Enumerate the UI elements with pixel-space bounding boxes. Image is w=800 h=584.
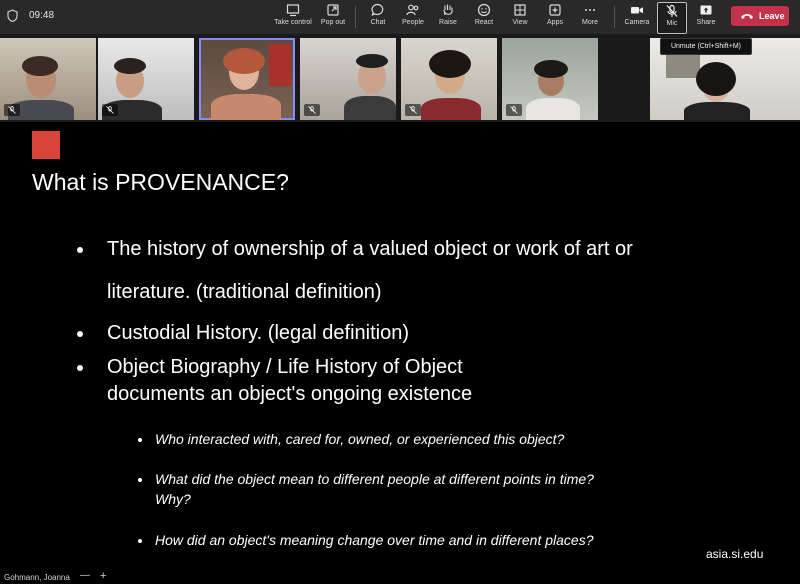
raise-hand-icon	[443, 4, 453, 16]
participant-body	[684, 102, 750, 120]
more-button[interactable]: More	[576, 2, 604, 32]
share-label: Share	[696, 19, 716, 26]
sub-bullet-3: How did an object's meaning change over …	[155, 532, 594, 548]
pop-out-button[interactable]: Pop out	[316, 2, 350, 32]
slide-accent-square	[32, 131, 60, 159]
slide-website: asia.si.edu	[706, 547, 764, 561]
bullet-dot	[77, 365, 83, 371]
mic-off-icon	[510, 106, 518, 114]
participant-body	[421, 98, 481, 120]
bullet-3-line-2: documents an object's ongoing existence	[107, 383, 473, 405]
more-label: More	[582, 19, 598, 26]
leave-label: Leave	[759, 11, 785, 21]
mic-off-icon	[8, 106, 16, 114]
bullet-1-line-2: literature. (traditional definition)	[107, 281, 382, 303]
participant-body	[211, 94, 281, 120]
view-button[interactable]: View	[506, 2, 534, 32]
sub-bullet-2-line-1: What did the object mean to different pe…	[155, 471, 594, 487]
presenter-name: Gohmann, Joanna	[4, 573, 70, 582]
pop-out-icon	[327, 4, 339, 16]
muted-badge	[4, 104, 20, 116]
pop-out-label: Pop out	[320, 19, 346, 26]
participant-hair	[534, 60, 568, 78]
participant-hair	[223, 48, 265, 74]
bullet-3-line-1: Object Biography / Life History of Objec…	[107, 356, 463, 378]
apps-label: Apps	[547, 19, 563, 26]
participant-tile[interactable]	[98, 38, 194, 120]
sub-bullet-2-line-2: Why?	[155, 491, 191, 507]
phone-hangup-icon	[741, 14, 753, 19]
participant-body	[526, 98, 580, 120]
sub-bullet-dot	[138, 438, 142, 442]
bullet-1-line-1: The history of ownership of a valued obj…	[107, 238, 633, 260]
chat-button[interactable]: Chat	[364, 2, 392, 32]
participant-hair	[114, 58, 146, 74]
bullet-2-line-1: Custodial History. (legal definition)	[107, 322, 409, 344]
participant-tile[interactable]	[0, 38, 96, 120]
participant-tile[interactable]	[502, 38, 598, 120]
sub-bullet-1: Who interacted with, cared for, owned, o…	[155, 431, 565, 447]
react-label: React	[474, 19, 494, 26]
muted-badge	[405, 104, 421, 116]
mic-off-icon	[106, 106, 114, 114]
participant-body	[344, 96, 396, 120]
presenter-bar	[0, 570, 800, 584]
share-screen-icon	[700, 5, 712, 15]
chat-label: Chat	[370, 19, 386, 26]
zoom-in-button[interactable]: +	[100, 570, 106, 582]
sub-bullet-dot	[138, 478, 142, 482]
people-button[interactable]: People	[398, 2, 428, 32]
participant-hat	[356, 54, 388, 68]
apps-button[interactable]: Apps	[541, 2, 569, 32]
shield-icon	[7, 9, 18, 22]
sub-bullet-dot	[138, 539, 142, 543]
background-poster	[269, 44, 291, 86]
slide-title: What is PROVENANCE?	[32, 169, 289, 195]
zoom-out-button[interactable]: —	[80, 570, 90, 581]
more-icon	[585, 9, 595, 11]
view-label: View	[512, 19, 528, 26]
toolbar-divider	[614, 6, 615, 28]
chat-icon	[371, 3, 384, 17]
participant-hair	[22, 56, 58, 76]
mic-label: Mic	[666, 20, 678, 27]
mic-tooltip: Unmute (Ctrl+Shift+M)	[660, 38, 752, 55]
grid-view-icon	[514, 4, 526, 16]
react-button[interactable]: React	[470, 2, 498, 32]
people-label: People	[402, 19, 424, 26]
take-control-icon	[286, 4, 300, 17]
leave-button[interactable]: Leave	[731, 6, 789, 26]
participant-tile[interactable]	[300, 38, 396, 120]
meeting-toolbar: 09:48 Take control Pop out Chat People R…	[0, 0, 800, 34]
participant-tile[interactable]	[401, 38, 497, 120]
background-picture	[666, 52, 700, 78]
bullet-dot	[77, 331, 83, 337]
mic-button[interactable]: Mic	[657, 2, 687, 34]
mic-off-icon	[308, 106, 316, 114]
muted-badge	[102, 104, 118, 116]
participant-tile-speaking[interactable]	[199, 38, 295, 120]
camera-icon	[631, 7, 643, 14]
take-control-label: Take control	[274, 19, 312, 26]
participant-hair	[696, 62, 736, 96]
mic-off-icon	[666, 4, 678, 17]
meeting-timer: 09:48	[29, 10, 55, 21]
muted-badge	[506, 104, 522, 116]
people-icon	[406, 4, 419, 16]
toolbar-divider	[355, 6, 356, 28]
raise-hand-button[interactable]: Raise	[434, 2, 462, 32]
mic-off-icon	[409, 106, 417, 114]
camera-label: Camera	[624, 19, 650, 26]
bullet-dot	[77, 247, 83, 253]
take-control-button[interactable]: Take control	[272, 2, 314, 32]
apps-icon	[549, 4, 561, 16]
camera-button[interactable]: Camera	[622, 2, 652, 32]
participant-hair	[429, 50, 471, 78]
react-icon	[477, 3, 491, 17]
muted-badge	[304, 104, 320, 116]
share-button[interactable]: Share	[692, 2, 720, 32]
raise-hand-label: Raise	[439, 19, 457, 26]
